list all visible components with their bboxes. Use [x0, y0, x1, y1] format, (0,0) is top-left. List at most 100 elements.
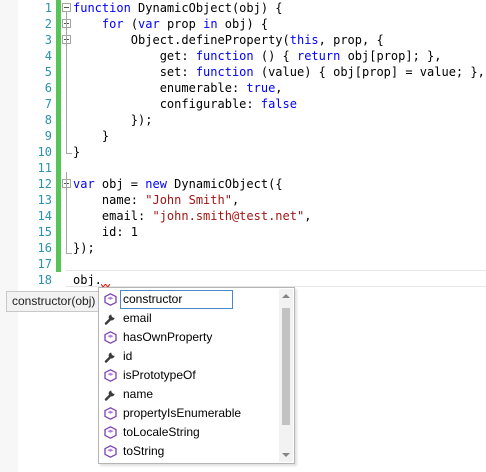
completion-item[interactable]: propertyIsEnumerable	[101, 404, 279, 423]
code-line[interactable]: 9 }	[0, 128, 486, 144]
code-line[interactable]: 14 email: "john.smith@test.net",	[0, 208, 486, 224]
code-line[interactable]: 8 });	[0, 112, 486, 128]
change-marker	[56, 176, 61, 192]
code-text: name: "John Smith",	[73, 193, 240, 207]
code-text: function DynamicObject(obj) {	[73, 1, 283, 15]
method-icon	[104, 331, 117, 344]
completion-item[interactable]: toLocaleString	[101, 423, 279, 442]
code-line[interactable]: 16});	[0, 240, 486, 256]
code-line[interactable]: 11	[0, 160, 486, 176]
line-number: 15	[37, 225, 52, 239]
scroll-down-arrow-icon[interactable]	[282, 453, 290, 457]
code-text: email: "john.smith@test.net",	[73, 209, 312, 223]
fold-end-marker	[66, 245, 72, 254]
change-marker	[56, 224, 61, 240]
line-number: 1	[44, 1, 52, 15]
change-marker	[56, 160, 61, 176]
line-number: 9	[44, 129, 52, 143]
code-line[interactable]: 15 id: 1	[0, 224, 486, 240]
scroll-thumb[interactable]	[282, 308, 290, 425]
property-icon	[104, 388, 117, 401]
line-number: 17	[37, 257, 52, 271]
method-icon	[104, 426, 117, 439]
change-marker	[56, 96, 61, 112]
completion-item[interactable]: id	[101, 347, 279, 366]
change-marker	[56, 144, 61, 160]
property-icon	[104, 350, 117, 363]
completion-item-label: propertyIsEnumerable	[123, 406, 242, 420]
completion-item-label: isPrototypeOf	[123, 368, 196, 382]
change-marker	[56, 64, 61, 80]
code-line[interactable]: 13 name: "John Smith",	[0, 192, 486, 208]
completion-item[interactable]: name	[101, 385, 279, 404]
code-line[interactable]: 5 set: function (value) { obj[prop] = va…	[0, 64, 486, 80]
line-number: 2	[44, 17, 52, 31]
completion-item-label: name	[123, 387, 154, 401]
completion-list[interactable]: constructor email hasOwnProperty id isProtot…	[98, 287, 295, 464]
code-text: enumerable: true,	[73, 81, 283, 95]
code-line[interactable]: 10}	[0, 144, 486, 160]
code-text: for (var prop in obj) {	[101, 17, 269, 31]
change-marker	[56, 0, 61, 16]
method-icon	[104, 445, 117, 458]
code-line[interactable]: 7 configurable: false	[0, 96, 486, 112]
fold-guide	[66, 12, 67, 150]
code-text: var obj = new DynamicObject({	[73, 177, 283, 191]
change-marker	[56, 128, 61, 144]
code-text: get: function () { return obj[prop]; },	[73, 49, 442, 63]
completion-item-label: id	[123, 349, 133, 363]
change-marker	[56, 16, 61, 32]
completion-scrollbar[interactable]	[279, 289, 293, 462]
line-number: 16	[37, 241, 52, 255]
change-marker	[56, 80, 61, 96]
change-marker	[56, 256, 61, 272]
completion-item[interactable]: email	[101, 309, 279, 328]
line-number: 3	[44, 33, 52, 47]
code-text: });	[73, 241, 95, 255]
code-text: }	[73, 145, 81, 159]
change-marker	[56, 32, 61, 48]
current-line-highlight	[66, 270, 486, 287]
completion-item-label: constructor	[120, 290, 234, 309]
code-text: configurable: false	[73, 97, 297, 111]
completion-item-label: email	[123, 311, 152, 325]
fold-end-marker	[66, 145, 72, 154]
collapse-toggle-icon[interactable]	[62, 3, 71, 12]
line-number: 12	[37, 177, 52, 191]
completion-item[interactable]: isPrototypeOf	[101, 366, 279, 385]
code-text: set: function (value) { obj[prop] = valu…	[73, 65, 485, 79]
method-icon	[104, 369, 117, 382]
completion-item[interactable]: constructor	[101, 290, 279, 309]
code-line[interactable]: 3 Object.defineProperty(this, prop, {	[0, 32, 486, 48]
code-text: id: 1	[73, 225, 139, 239]
property-icon	[104, 312, 117, 325]
change-marker	[56, 240, 61, 256]
code-line[interactable]: 4 get: function () { return obj[prop]; }…	[0, 48, 486, 64]
line-number: 5	[44, 65, 52, 79]
code-text: });	[73, 113, 153, 127]
completion-item[interactable]: hasOwnProperty	[101, 328, 279, 347]
scroll-up-arrow-icon[interactable]	[282, 294, 290, 298]
method-icon	[104, 293, 117, 306]
change-marker	[56, 48, 61, 64]
code-line[interactable]: 12 var obj = new DynamicObject({	[0, 176, 486, 192]
code-text: }	[73, 129, 110, 143]
line-number: 18	[37, 273, 52, 287]
completion-item-label: toString	[123, 444, 165, 458]
line-number: 4	[44, 49, 52, 63]
line-number: 6	[44, 81, 52, 95]
line-number: 11	[37, 161, 52, 175]
line-number: 7	[44, 97, 52, 111]
code-line[interactable]: 2 for (var prop in obj) {	[0, 16, 486, 32]
code-line[interactable]: 6 enumerable: true,	[0, 80, 486, 96]
method-icon	[104, 407, 117, 420]
signature-tooltip: constructor(obj)	[6, 291, 100, 312]
completion-item[interactable]: toString	[101, 442, 279, 461]
code-text: Object.defineProperty(this, prop, {	[73, 33, 384, 47]
change-marker	[56, 208, 61, 224]
code-line[interactable]: 1 function DynamicObject(obj) {	[0, 0, 486, 16]
fold-guide	[66, 172, 67, 252]
change-marker	[56, 112, 61, 128]
line-number: 8	[44, 113, 52, 127]
line-number: 10	[37, 145, 52, 159]
